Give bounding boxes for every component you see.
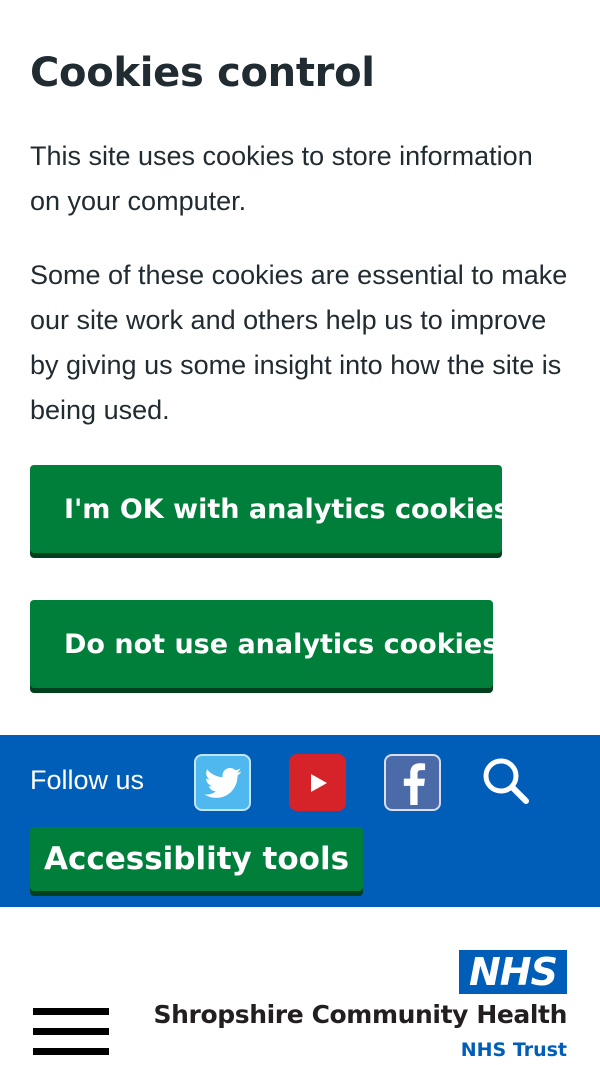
accept-analytics-cookies-button[interactable]: I'm OK with analytics cookies [30, 465, 510, 553]
twitter-bird-glyph [204, 767, 241, 798]
youtube-icon[interactable] [289, 754, 346, 811]
cookie-banner-details: Some of these cookies are essential to m… [30, 260, 568, 425]
social-bar: Follow us Accessiblity tools [0, 735, 600, 907]
site-header: NHS Shropshire Community Health NHS Trus… [0, 907, 600, 1065]
nhs-logo[interactable]: NHS [459, 950, 567, 994]
cookie-banner-title: Cookies control [30, 50, 375, 96]
twitter-icon[interactable] [194, 754, 251, 811]
menu-icon[interactable] [33, 1008, 109, 1056]
organisation-name: Shropshire Community Health [153, 1000, 568, 1029]
play-glyph [310, 773, 327, 792]
organisation-subtitle: NHS Trust [460, 1039, 567, 1061]
facebook-icon[interactable] [384, 754, 441, 811]
facebook-f-glyph [403, 762, 425, 805]
search-icon[interactable] [480, 755, 532, 807]
cookie-banner-info: This site uses cookies to store informat… [30, 141, 533, 216]
accessibility-tools-button[interactable]: Accessiblity tools [30, 827, 364, 891]
cookie-banner: Cookies control This site uses cookies t… [0, 0, 600, 735]
follow-us-label: Follow us [30, 765, 145, 795]
reject-analytics-cookies-button[interactable]: Do not use analytics cookies [30, 600, 498, 688]
